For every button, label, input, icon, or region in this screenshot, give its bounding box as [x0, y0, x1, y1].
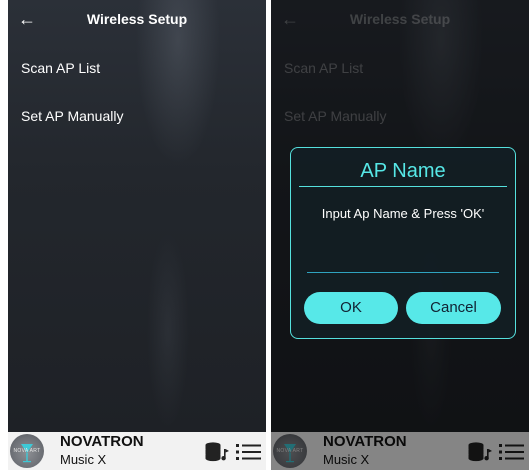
header-bar: ← Wireless Setup — [8, 0, 266, 38]
database-music-icon[interactable] — [204, 441, 232, 463]
right-phone-screen: ← Wireless Setup Scan AP List Set AP Man… — [271, 0, 529, 470]
menu-item-scan-ap-list[interactable]: Scan AP List — [21, 60, 100, 76]
dialog-divider — [299, 186, 507, 187]
dialog-title: AP Name — [360, 160, 446, 182]
dialog-message: Input Ap Name & Press 'OK' — [321, 206, 485, 221]
device-subtitle: Music X — [323, 452, 370, 467]
page-title: Wireless Setup — [349, 11, 451, 27]
cancel-button[interactable]: Cancel — [406, 292, 501, 324]
back-arrow-icon[interactable]: ← — [281, 10, 299, 28]
now-playing-bar[interactable]: NOVA ART NOVATRON Music X — [8, 432, 266, 470]
app-background: ← Wireless Setup Scan AP List Set AP Man… — [8, 0, 266, 432]
menu-item-scan-ap-list[interactable]: Scan AP List — [284, 60, 363, 76]
ap-name-input[interactable] — [307, 256, 499, 273]
device-subtitle: Music X — [60, 452, 107, 467]
logo-text: NOVA ART — [276, 448, 304, 454]
header-bar: ← Wireless Setup — [271, 0, 529, 38]
menu-item-set-ap-manually[interactable]: Set AP Manually — [284, 108, 386, 124]
ap-name-dialog: AP Name Input Ap Name & Press 'OK' OK Ca… — [290, 147, 516, 339]
menu-item-set-ap-manually[interactable]: Set AP Manually — [21, 108, 123, 124]
database-music-icon[interactable] — [467, 441, 495, 463]
screenshot-pair: ← Wireless Setup Scan AP List Set AP Man… — [0, 0, 529, 470]
device-brand: NOVATRON — [60, 433, 144, 450]
ok-button[interactable]: OK — [304, 292, 398, 324]
page-title: Wireless Setup — [86, 11, 188, 27]
now-playing-bar[interactable]: NOVA ART NOVATRON Music X — [271, 432, 529, 470]
left-phone-screen: ← Wireless Setup Scan AP List Set AP Man… — [8, 0, 266, 470]
cocktail-glass-icon — [284, 444, 296, 463]
device-brand: NOVATRON — [323, 433, 407, 450]
album-logo: NOVA ART — [273, 434, 307, 468]
logo-text: NOVA ART — [13, 448, 41, 454]
list-menu-icon[interactable] — [498, 441, 526, 463]
album-logo: NOVA ART — [10, 434, 44, 468]
list-menu-icon[interactable] — [235, 441, 263, 463]
